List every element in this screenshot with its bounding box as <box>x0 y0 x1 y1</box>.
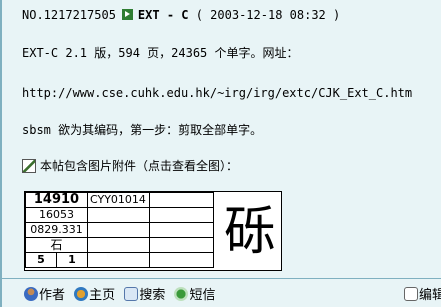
glyph-cell-empty <box>149 252 214 268</box>
message-button[interactable]: 短信 <box>174 284 215 303</box>
edit-button[interactable]: 编辑 <box>403 284 441 303</box>
post-author[interactable]: EXT - C <box>138 8 189 22</box>
glyph-code: 14910 <box>25 192 88 208</box>
edit-icon <box>403 287 418 301</box>
glyph-number: 16053 <box>25 207 88 223</box>
glyph-strokes: 51 <box>25 252 88 268</box>
edit-label: 编辑 <box>418 288 441 303</box>
home-label: 主页 <box>89 288 116 303</box>
author-label: 作者 <box>39 288 66 303</box>
message-label: 短信 <box>189 288 216 303</box>
attachment-notice[interactable]: 本帖包含图片附件（点击查看全图）： <box>22 157 238 174</box>
glyph-stroke-a: 5 <box>26 253 57 267</box>
post-timestamp: ( 2003-12-18 08:32 ) <box>195 8 341 22</box>
post-number: NO.1217217505 <box>22 8 116 22</box>
post-text-line: sbsm 欲为其编码，第一步：剪取全部单字。 <box>22 123 263 137</box>
arrow-icon <box>121 9 133 20</box>
attachment-label[interactable]: 本帖包含图片附件（点击查看全图）： <box>40 159 238 173</box>
post-text-line: EXT-C 2.1 版，594 页，24365 个单字。网址： <box>22 46 299 60</box>
image-attachment-icon <box>22 159 36 173</box>
home-icon <box>74 287 89 301</box>
user-icon <box>24 287 38 301</box>
glyph-cell-empty <box>87 252 150 268</box>
glyph-cell-empty <box>87 222 150 238</box>
glyph-cell-empty <box>149 237 214 253</box>
search-label: 搜索 <box>139 288 166 303</box>
post-container: NO.1217217505 EXT - C ( 2003-12-18 08:32 … <box>0 0 441 307</box>
attachment-image[interactable]: 14910 CYY01014 16053 0829.331 石 5 1 砾 <box>24 191 282 271</box>
post-url[interactable]: http://www.cse.cuhk.edu.hk/~irg/irg/extc… <box>22 86 412 100</box>
glyph-radical: 石 <box>25 237 88 253</box>
post-toolbar: 作者 主页 搜索 短信 编辑 <box>24 284 441 303</box>
glyph-cell-empty <box>87 207 150 223</box>
post-header: NO.1217217505 EXT - C ( 2003-12-18 08:32 … <box>22 8 340 22</box>
glyph-info-table: 14910 CYY01014 16053 0829.331 石 5 1 <box>25 192 214 268</box>
glyph-stroke-b: 1 <box>68 253 76 266</box>
glyph-cell-empty <box>87 237 150 253</box>
search-button[interactable]: 搜索 <box>124 284 165 303</box>
search-icon <box>124 287 139 301</box>
glyph-number: 0829.331 <box>25 222 88 238</box>
glyph-cell-empty <box>149 222 214 238</box>
message-icon <box>174 287 189 301</box>
glyph-cell-empty <box>149 192 214 208</box>
home-button[interactable]: 主页 <box>74 284 115 303</box>
glyph-ref: CYY01014 <box>87 192 150 208</box>
glyph-character: 砾 <box>223 202 276 262</box>
author-button[interactable]: 作者 <box>24 284 65 303</box>
divider <box>2 278 441 279</box>
glyph-cell-empty <box>149 207 214 223</box>
